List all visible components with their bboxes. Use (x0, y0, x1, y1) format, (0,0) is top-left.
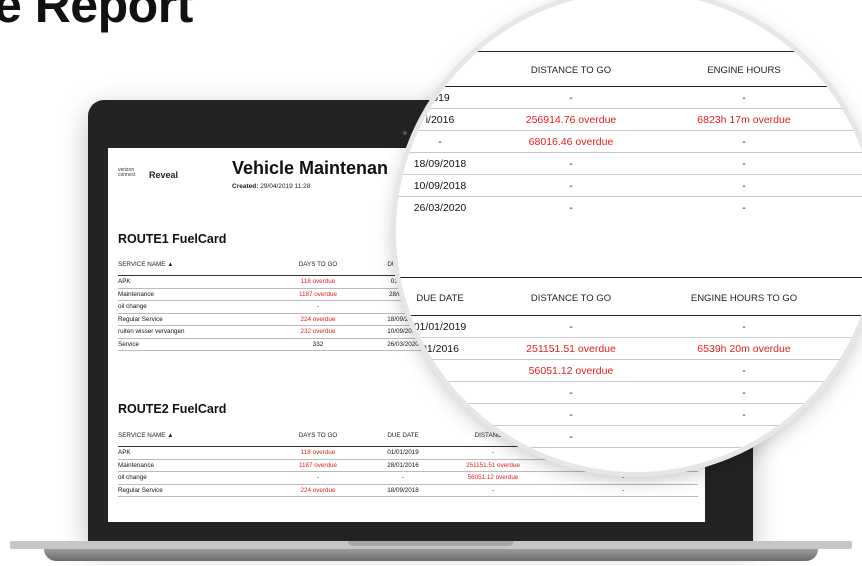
column-header: SERVICE NAME ▲ (118, 253, 268, 276)
base-notch (348, 541, 514, 546)
row-divider (396, 174, 862, 175)
row-divider (396, 152, 862, 153)
distance-to-go-cell: - (438, 484, 548, 497)
service-name-cell: oil change (118, 471, 268, 485)
report-title: Vehicle Maintenan (232, 158, 389, 178)
days-to-go-cell: 224 overdue (268, 313, 368, 326)
reveal-logo: Reveal (149, 170, 179, 180)
days-to-go-cell: 332 (268, 338, 368, 351)
engine-hours-cell: - (742, 92, 746, 104)
engine-hours-cell: 6539h 20m overdue (697, 343, 791, 355)
row-divider (396, 51, 862, 52)
engine-hours-cell: - (742, 387, 746, 399)
distance-to-go-cell: - (569, 409, 573, 421)
service-name-cell: ruiten wisser vervangen (118, 325, 268, 339)
service-name-cell: Maintenance (118, 459, 268, 472)
distance-to-go-cell: 56051.12 overdue (438, 471, 548, 485)
engine-hours-cell: - (548, 484, 698, 497)
column-header: DAYS TO GO (268, 424, 368, 447)
distance-to-go-cell: - (569, 387, 573, 399)
distance-to-go-cell: 56051.12 overdue (528, 365, 614, 377)
service-name-cell: Maintenance (118, 288, 268, 301)
verizon-connect-logo: verizon connect (118, 167, 136, 178)
engine-hours-cell: - (742, 409, 746, 421)
base-bottom (44, 549, 818, 561)
row-divider (396, 447, 862, 448)
magnifier-lens: DISTANCE TO GO ENGINE HOURS '019- - i/2016 25… (396, 0, 862, 472)
table-row: Regular Service 224 overdue 18/09/2018- - (118, 484, 698, 497)
engine-hours-cell: - (742, 136, 746, 148)
distance-to-go-cell: - (569, 180, 573, 192)
section-title-route2: ROUTE2 FuelCard (118, 402, 227, 416)
column-header: DAYS TO GO (268, 253, 368, 276)
row-divider (396, 315, 862, 316)
days-to-go-cell: 118 overdue (268, 275, 368, 289)
distance-to-go-cell: - (569, 158, 573, 170)
due-date-cell: 18/09/2018 (368, 484, 438, 497)
header-engine-hours: ENGINE HOURS (707, 65, 781, 76)
magnified-table: DISTANCE TO GO ENGINE HOURS '019- - i/2016 25… (396, 0, 862, 472)
row-divider (396, 359, 862, 360)
days-to-go-cell: - (268, 300, 368, 314)
column-header: SERVICE NAME ▲ (118, 424, 268, 447)
days-to-go-cell: - (268, 471, 368, 485)
row-divider (396, 337, 862, 338)
distance-to-go-cell: 251151.51 overdue (526, 343, 616, 355)
engine-hours-cell: 6823h 17m overdue (697, 114, 791, 126)
row-divider (396, 425, 862, 426)
engine-hours-cell: - (742, 365, 746, 377)
created-timestamp: Created: 29/04/2019 11:28 (232, 183, 310, 190)
created-value: 29/04/2019 11:28 (260, 183, 311, 190)
engine-hours-cell: - (742, 158, 746, 170)
row-divider (396, 108, 862, 109)
service-name-cell: Regular Service (118, 313, 268, 326)
header-distance-to-go: DISTANCE TO GO (530, 293, 612, 304)
distance-to-go-cell: 256914.76 overdue (525, 114, 617, 126)
row-divider (396, 403, 862, 404)
service-name-cell: APK (118, 275, 268, 289)
engine-hours-cell: - (742, 180, 746, 192)
days-to-go-cell: 232 overdue (268, 325, 368, 339)
days-to-go-cell: 1187 overdue (268, 459, 368, 472)
laptop-base (0, 541, 862, 566)
distance-to-go-cell: - (569, 202, 573, 214)
engine-hours-cell: - (742, 202, 746, 214)
engine-hours-cell: - (548, 471, 698, 485)
row-divider (396, 277, 862, 278)
page-heading: e Report (0, 0, 193, 33)
distance-to-go-cell: - (569, 321, 573, 333)
service-name-cell: APK (118, 446, 268, 460)
distance-to-go-cell: - (569, 431, 573, 443)
distance-to-go-cell: - (569, 92, 573, 104)
days-to-go-cell: 224 overdue (268, 484, 368, 497)
section-title-route1: ROUTE1 FuelCard (118, 232, 227, 246)
row-divider (396, 381, 862, 382)
engine-hours-cell: - (742, 321, 746, 333)
header-distance-to-go: DISTANCE TO GO (530, 65, 612, 76)
service-name-cell: oil change (118, 300, 268, 314)
distance-to-go-cell: 68016.46 overdue (528, 136, 614, 148)
row-divider (396, 130, 862, 131)
service-name-cell: Service (118, 338, 268, 351)
created-label: Created: (232, 183, 259, 190)
service-name-cell: Regular Service (118, 484, 268, 497)
row-divider (396, 86, 862, 87)
days-to-go-cell: 118 overdue (268, 446, 368, 460)
days-to-go-cell: 1187 overdue (268, 288, 368, 301)
table-row: oil change - -56051.12 overdue - (118, 471, 698, 485)
due-date-cell: - (368, 471, 438, 485)
header-engine-hours-to-go: ENGINE HOURS TO GO (690, 293, 798, 304)
row-divider (396, 196, 862, 197)
